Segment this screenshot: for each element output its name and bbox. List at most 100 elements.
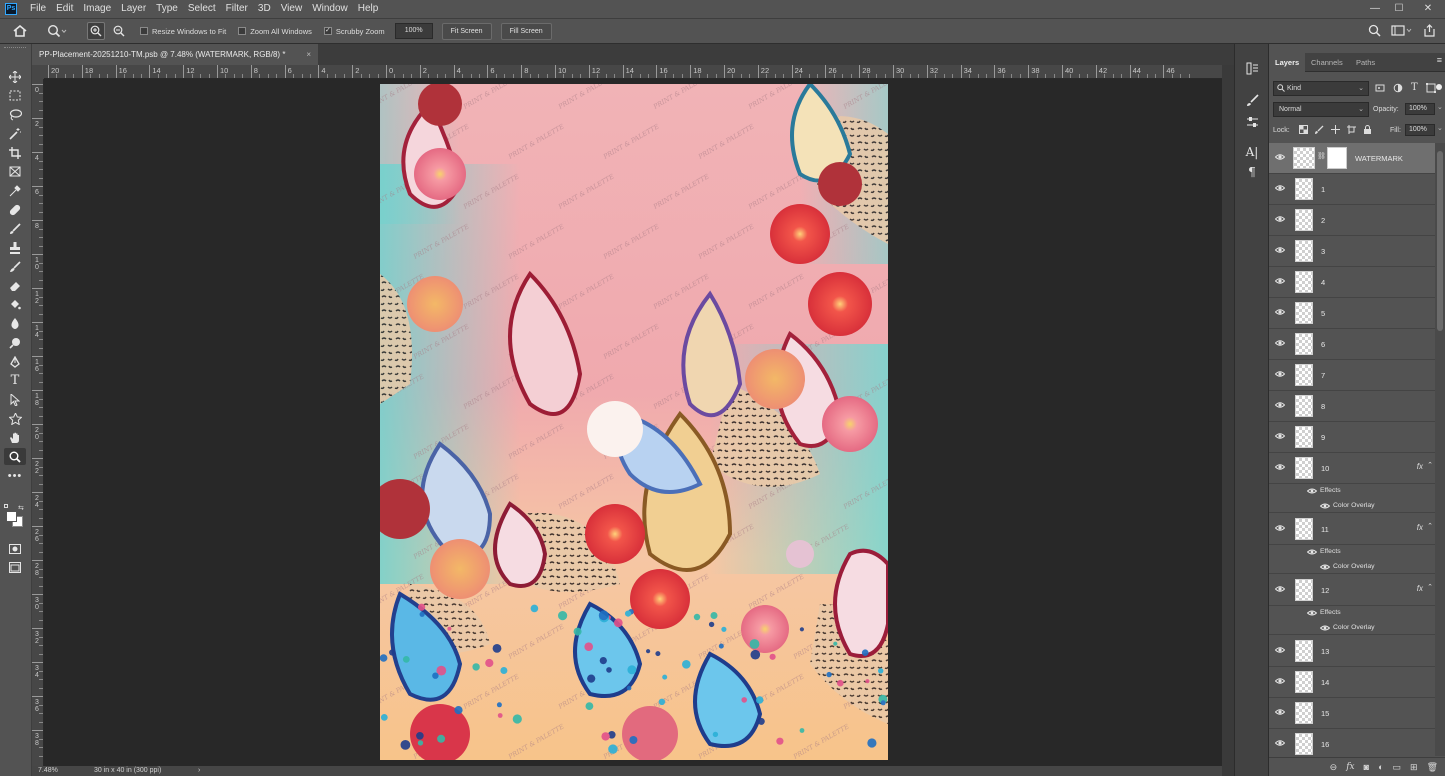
- layer-row[interactable]: 15: [1269, 698, 1435, 729]
- layer-effects-row[interactable]: Effects: [1269, 545, 1435, 559]
- color-overlay-row[interactable]: Color Overlay: [1269, 499, 1435, 513]
- filter-pixel-icon[interactable]: [1375, 83, 1385, 93]
- canvas-area[interactable]: PRINT & PALETTE PRINT & PALETTE PRINT & PA…: [44, 79, 1222, 766]
- visibility-eye-icon[interactable]: [1275, 707, 1285, 717]
- add-style-icon[interactable]: fx: [1346, 762, 1354, 772]
- fill-chevron-icon[interactable]: ⌄: [1437, 124, 1443, 132]
- lock-position-icon[interactable]: [1331, 125, 1340, 134]
- visibility-eye-icon[interactable]: [1275, 245, 1285, 255]
- panel-menu-icon[interactable]: ≡: [1437, 55, 1442, 65]
- history-panel-button[interactable]: [1243, 60, 1261, 76]
- zoom-tool[interactable]: [4, 448, 26, 465]
- tab-layers[interactable]: Layers: [1269, 53, 1306, 72]
- layer-mask-thumbnail[interactable]: [1327, 147, 1347, 169]
- lock-pixels-icon[interactable]: [1315, 125, 1324, 134]
- layer-fx-icon[interactable]: fx: [1417, 462, 1423, 471]
- layer-row[interactable]: 13: [1269, 636, 1435, 667]
- resize-windows-checkbox[interactable]: Resize Windows to Fit: [140, 27, 226, 36]
- menu-window[interactable]: Window: [307, 0, 353, 18]
- paragraph-panel-button[interactable]: ¶: [1243, 164, 1261, 180]
- visibility-eye-icon[interactable]: [1275, 183, 1285, 193]
- opacity-chevron-icon[interactable]: ⌄: [1437, 103, 1443, 111]
- pen-tool[interactable]: [4, 353, 26, 370]
- tab-channels[interactable]: Channels: [1305, 53, 1349, 72]
- visibility-eye-icon[interactable]: [1275, 523, 1285, 533]
- visibility-eye-icon[interactable]: [1275, 152, 1285, 162]
- collapse-effects-icon[interactable]: ⌃: [1427, 522, 1433, 530]
- paint-bucket-tool[interactable]: [4, 296, 26, 313]
- lock-all-icon[interactable]: [1363, 125, 1372, 134]
- layer-fx-icon[interactable]: fx: [1417, 523, 1423, 532]
- zoom-tool-preset-button[interactable]: [42, 22, 72, 40]
- menu-layer[interactable]: Layer: [116, 0, 151, 18]
- close-tab-button[interactable]: ×: [306, 44, 311, 65]
- fill-screen-button[interactable]: Fill Screen: [500, 22, 552, 40]
- menu-type[interactable]: Type: [151, 0, 183, 18]
- layer-row[interactable]: ⛓︎ WATERMARK: [1269, 143, 1435, 174]
- history-brush-tool[interactable]: [4, 258, 26, 275]
- filter-shape-icon[interactable]: [1425, 83, 1436, 93]
- screen-mode-button[interactable]: [4, 559, 26, 576]
- zoom-all-windows-checkbox[interactable]: Zoom All Windows: [238, 27, 312, 36]
- frame-tool[interactable]: [4, 163, 26, 180]
- path-selection-tool[interactable]: [4, 391, 26, 408]
- zoom-in-button[interactable]: [87, 22, 105, 40]
- visibility-eye-icon[interactable]: [1275, 462, 1285, 472]
- scrubby-zoom-checkbox[interactable]: ✓ Scrubby Zoom: [323, 27, 385, 36]
- layer-row[interactable]: 3: [1269, 236, 1435, 267]
- new-group-icon[interactable]: ▭: [1393, 762, 1402, 773]
- home-button[interactable]: [5, 22, 35, 40]
- layer-row[interactable]: 12 fx ⌃: [1269, 575, 1435, 606]
- custom-shape-tool[interactable]: [4, 410, 26, 427]
- status-menu-arrow[interactable]: ›: [198, 766, 200, 776]
- new-layer-icon[interactable]: ⊞: [1410, 762, 1418, 773]
- visibility-eye-icon[interactable]: [1275, 369, 1285, 379]
- collapse-effects-icon[interactable]: ⌃: [1427, 461, 1433, 469]
- visibility-eye-icon[interactable]: [1275, 276, 1285, 286]
- brush-settings-button[interactable]: [1243, 92, 1261, 108]
- toolbar-grip[interactable]: [4, 47, 26, 50]
- visibility-eye-icon[interactable]: [1275, 400, 1285, 410]
- menu-select[interactable]: Select: [183, 0, 221, 18]
- layer-row[interactable]: 4: [1269, 267, 1435, 298]
- effects-eye-icon[interactable]: [1307, 487, 1317, 495]
- collapse-effects-icon[interactable]: ⌃: [1427, 583, 1433, 591]
- layer-effects-row[interactable]: Effects: [1269, 606, 1435, 620]
- visibility-eye-icon[interactable]: [1275, 738, 1285, 748]
- color-overlay-row[interactable]: Color Overlay: [1269, 560, 1435, 574]
- ruler-origin[interactable]: [32, 65, 44, 79]
- layer-row[interactable]: 2: [1269, 205, 1435, 236]
- visibility-eye-icon[interactable]: [1275, 307, 1285, 317]
- visibility-eye-icon[interactable]: [1275, 338, 1285, 348]
- edit-toolbar-button[interactable]: •••: [4, 467, 26, 484]
- filter-toggle-icon[interactable]: [1436, 84, 1442, 90]
- object-selection-tool[interactable]: [4, 125, 26, 142]
- layer-filter-kind-select[interactable]: Kind ⌄: [1273, 81, 1369, 96]
- layer-row[interactable]: 14: [1269, 667, 1435, 698]
- eraser-tool[interactable]: [4, 277, 26, 294]
- color-swatches[interactable]: ⇆: [4, 504, 28, 528]
- layer-row[interactable]: 7: [1269, 360, 1435, 391]
- tab-paths[interactable]: Paths: [1350, 53, 1381, 72]
- healing-brush-tool[interactable]: [4, 201, 26, 218]
- menu-3d[interactable]: 3D: [253, 0, 276, 18]
- dodge-tool[interactable]: [4, 334, 26, 351]
- status-zoom[interactable]: 7.48%: [38, 766, 58, 776]
- fit-screen-button[interactable]: Fit Screen: [441, 22, 492, 40]
- search-icon[interactable]: [1368, 24, 1381, 37]
- zoom-out-button[interactable]: [110, 22, 128, 40]
- adjustment-layer-icon[interactable]: ◐: [1378, 762, 1383, 772]
- workspace-icon[interactable]: [1391, 24, 1413, 37]
- default-colors-icon[interactable]: [4, 504, 8, 508]
- visibility-eye-icon[interactable]: [1275, 431, 1285, 441]
- layer-row[interactable]: 9: [1269, 422, 1435, 453]
- eyedropper-tool[interactable]: [4, 182, 26, 199]
- marquee-tool[interactable]: [4, 87, 26, 104]
- color-overlay-eye-icon[interactable]: [1320, 624, 1330, 632]
- document-canvas[interactable]: PRINT & PALETTE PRINT & PALETTE PRINT & PA…: [380, 84, 888, 760]
- canvas-vertical-scrollbar[interactable]: [1222, 65, 1234, 776]
- lock-transparent-icon[interactable]: [1299, 125, 1308, 134]
- layers-scrollbar[interactable]: [1435, 143, 1445, 756]
- color-overlay-eye-icon[interactable]: [1320, 563, 1330, 571]
- blur-tool[interactable]: [4, 315, 26, 332]
